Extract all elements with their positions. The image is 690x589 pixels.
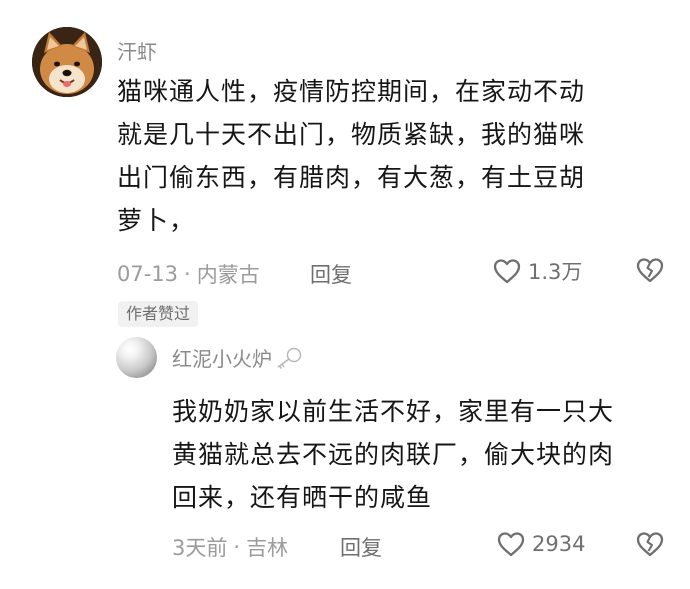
comment-text-line: 就是几十天不出门，物质紧缺，我的猫咪 (117, 120, 586, 149)
comment-text-line: 猫咪通人性，疫情防控期间，在家动不动 (117, 77, 586, 106)
reply-like-count: 2934 (532, 532, 586, 556)
reply-text-line: 我奶奶家以前生活不好，家里有一只大 (172, 397, 615, 426)
reply-text-line: 回来，还有晒干的咸鱼 (172, 483, 433, 512)
reply-date: 3天前 (172, 536, 228, 560)
reply-avatar[interactable] (116, 337, 157, 378)
reply-username-row: 红泥小火炉 (172, 343, 304, 372)
reply-button[interactable]: 回复 (340, 532, 382, 562)
broken-heart-icon (636, 532, 664, 557)
author-liked-badge: 作者赞过 (118, 301, 199, 327)
like-count: 1.3万 (528, 260, 583, 284)
comment-meta: 07-13 · 内蒙古 (117, 259, 260, 289)
shiba-dog-avatar-icon (32, 27, 102, 97)
dislike-button[interactable] (635, 256, 665, 288)
reply-meta: 3天前 · 吉林 (172, 532, 288, 562)
reply-dislike-button[interactable] (635, 530, 665, 562)
separator-dot: · (233, 535, 241, 559)
reply-username[interactable]: 红泥小火炉 (172, 343, 272, 372)
comment-body: 猫咪通人性，疫情防控期间，在家动不动 就是几十天不出门，物质紧缺，我的猫咪 出门… (117, 70, 585, 242)
comment-text-line: 出门偷东西，有腊肉，有大葱，有土豆胡 (117, 163, 586, 192)
comment-location: 内蒙古 (196, 263, 260, 287)
reply-body: 我奶奶家以前生活不好，家里有一只大 黄猫就总去不远的肉联厂，偷大块的肉 回来，还… (172, 390, 614, 519)
comment-text-line: 萝卜， (117, 206, 196, 235)
comment-username[interactable]: 汗虾 (117, 36, 157, 65)
broken-heart-icon (636, 258, 664, 283)
like-button[interactable]: 1.3万 (492, 256, 582, 286)
avatar[interactable] (32, 27, 102, 97)
comment-date: 07-13 (117, 262, 179, 286)
heart-outline-icon (493, 259, 521, 284)
reply-location: 吉林 (246, 536, 289, 560)
reply-button[interactable]: 回复 (310, 259, 352, 289)
reply-like-button[interactable]: 2934 (496, 530, 585, 558)
heart-outline-icon (497, 532, 525, 557)
reply-text-line: 黄猫就总去不远的肉联厂，偷大块的肉 (172, 440, 615, 469)
separator-dot: · (184, 262, 191, 286)
key-icon (277, 347, 302, 369)
